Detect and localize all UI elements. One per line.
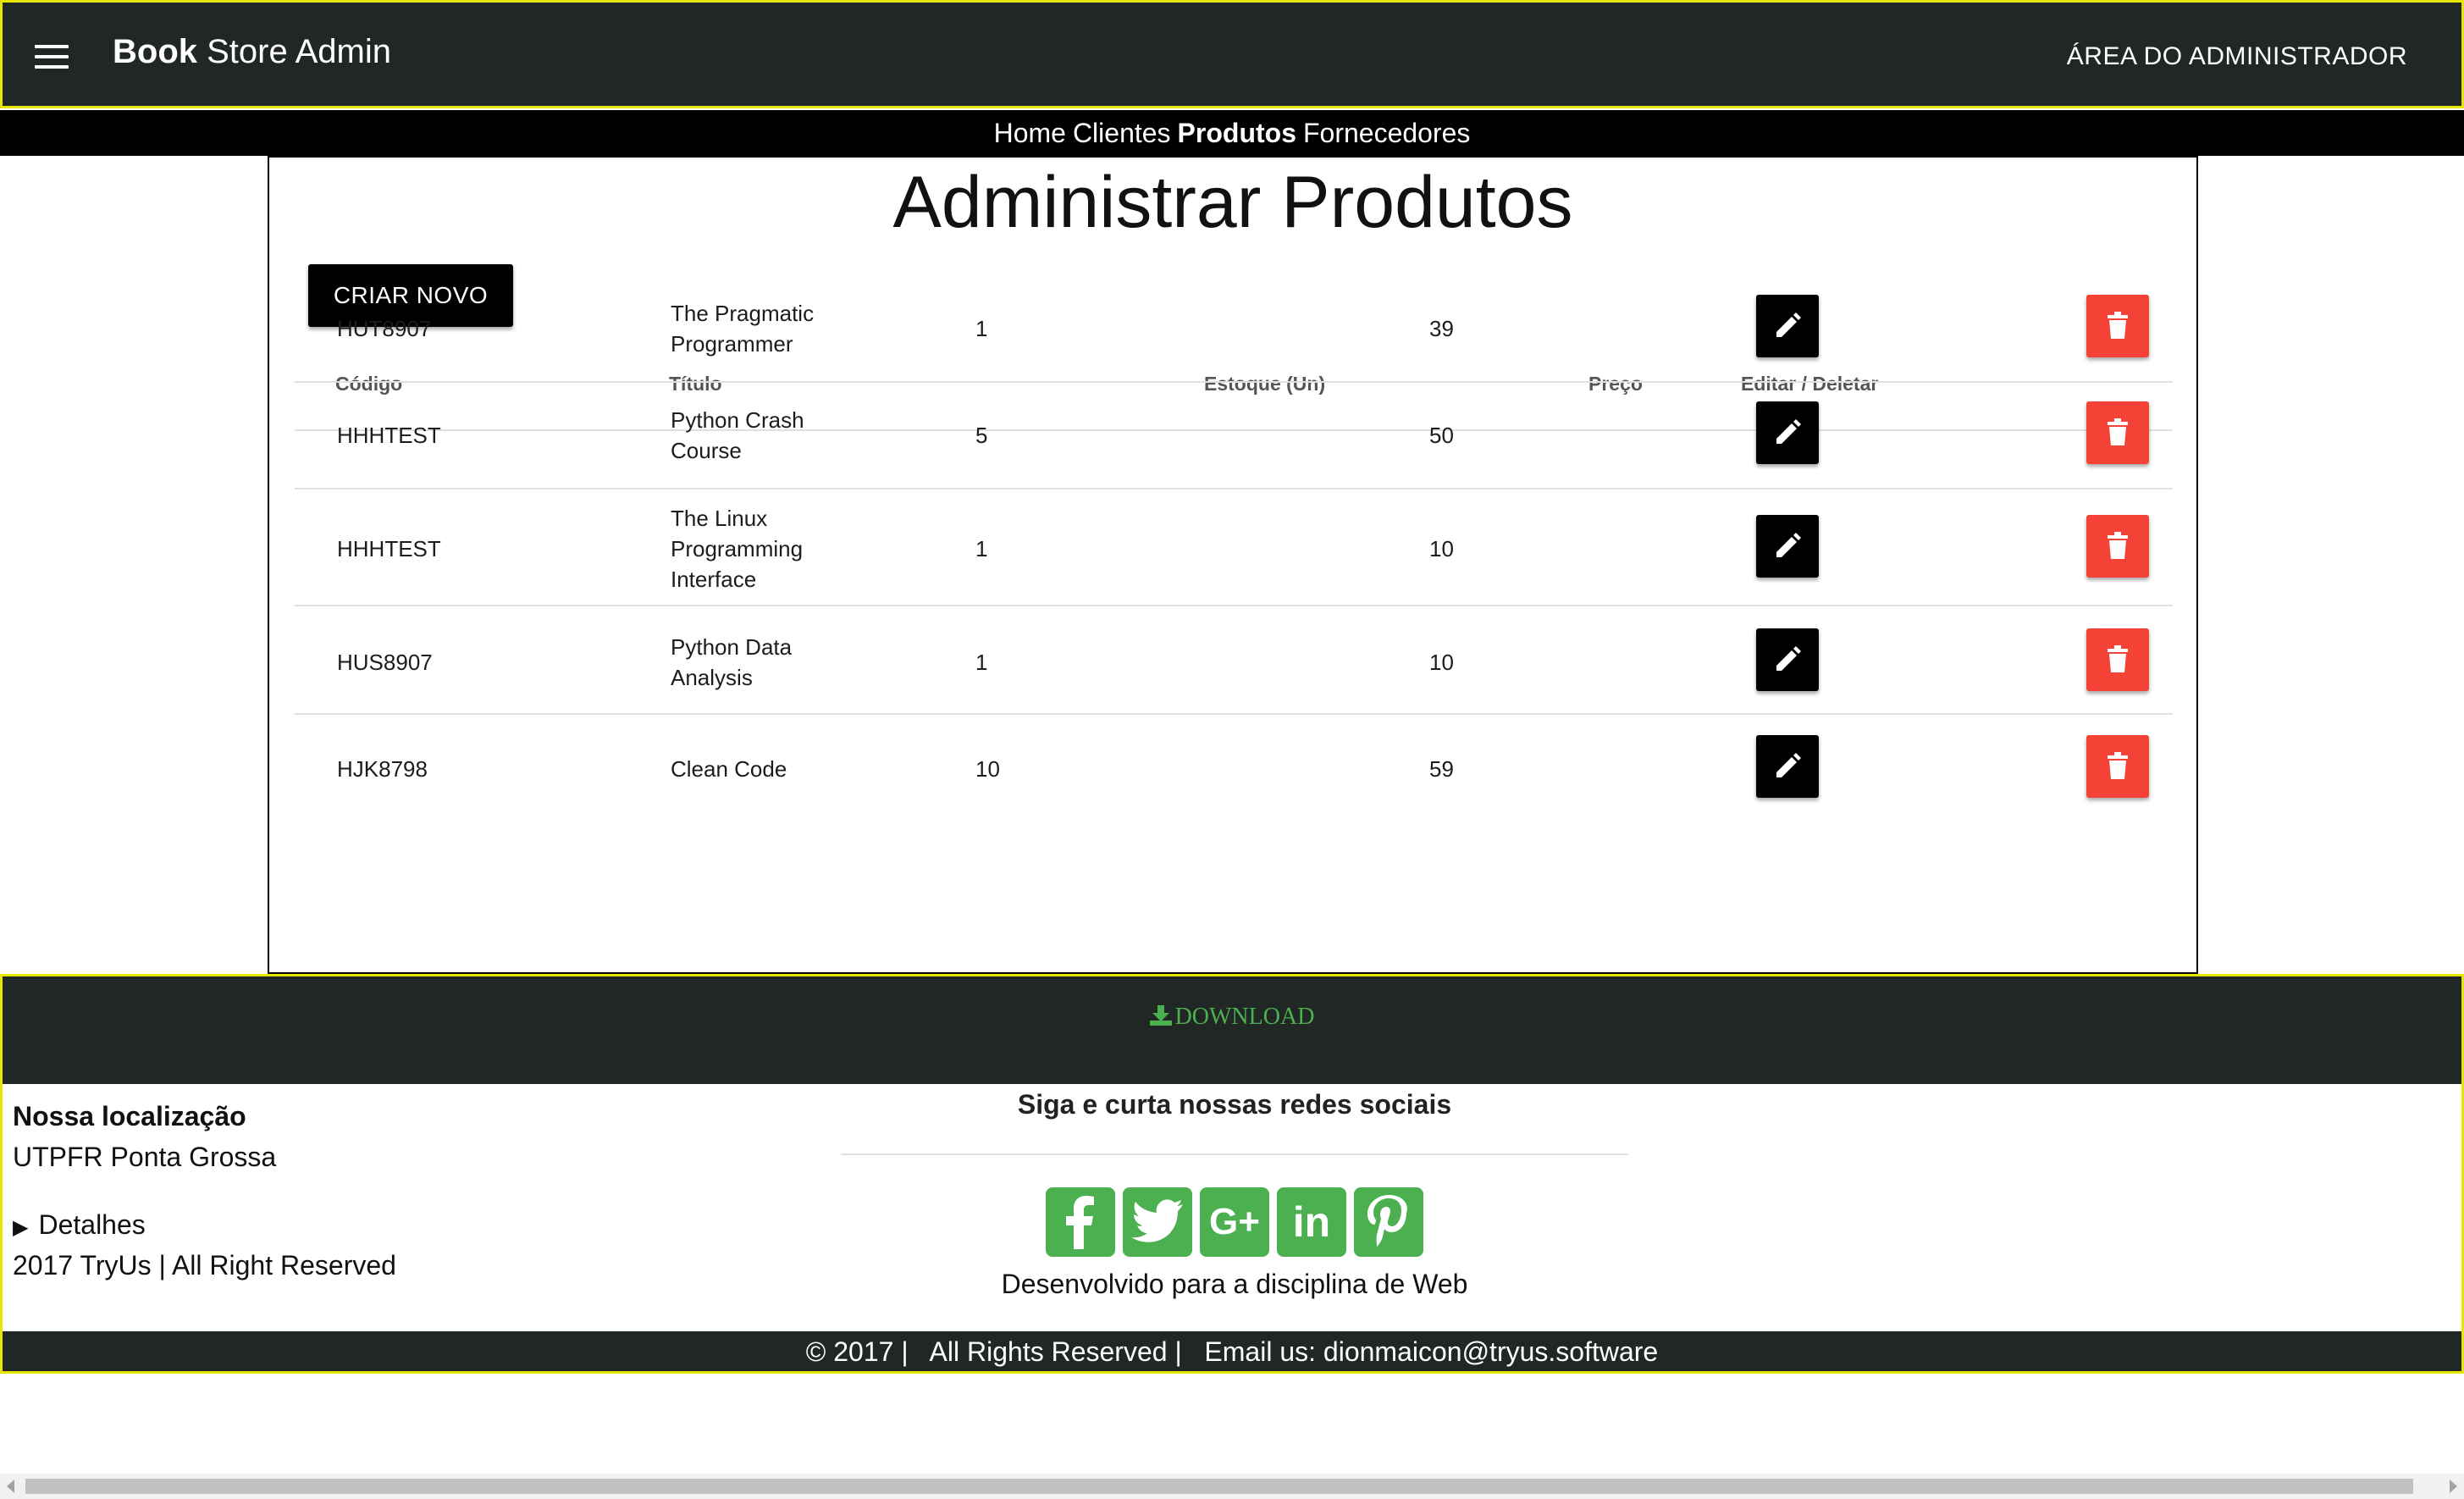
product-title-line: Python Crash	[671, 407, 804, 433]
footer-bottom-bar: © 2017 | All Rights Reserved | Email us:…	[0, 1331, 2464, 1374]
product-title-line: Programmer	[671, 331, 793, 357]
details-label: Detalhes	[38, 1209, 146, 1240]
row-divider	[295, 605, 2173, 606]
scroll-right-arrow-icon[interactable]	[2450, 1480, 2457, 1493]
product-title-line: The Linux	[671, 506, 768, 531]
delete-button[interactable]	[2086, 735, 2149, 798]
delete-button[interactable]	[2086, 515, 2149, 578]
developed-for-note: Desenvolvido para a disciplina de Web	[1001, 1269, 1468, 1299]
product-stock: 10	[975, 756, 1000, 782]
edit-button[interactable]	[1756, 515, 1819, 578]
top-app-bar: Book Store Admin ÁREA DO ADMINISTRADOR	[0, 0, 2464, 108]
pencil-icon	[1773, 532, 1802, 561]
footer-info: Nossa localização UTPFR Ponta Grossa ▶ De…	[0, 1084, 2464, 1331]
product-stock: 5	[975, 423, 988, 448]
product-title: The Pragmatic Programmer	[671, 298, 814, 359]
trash-icon	[2106, 312, 2130, 340]
admin-area-link[interactable]: ÁREA DO ADMINISTRADOR	[2067, 42, 2407, 71]
product-code: HJK8798	[337, 756, 428, 782]
brand-title-rest: Store Admin	[197, 33, 392, 70]
row-divider	[295, 713, 2173, 715]
pencil-icon	[1773, 418, 1802, 447]
download-label: DOWNLOAD	[1174, 1004, 1315, 1030]
brand-title-bold: Book	[113, 33, 197, 70]
edit-button[interactable]	[1756, 735, 1819, 798]
product-title: Python Crash Course	[671, 405, 804, 466]
product-title: Clean Code	[671, 754, 787, 784]
product-price: 59	[1429, 756, 1454, 782]
facebook-icon[interactable]	[1046, 1187, 1115, 1257]
download-icon	[1149, 1005, 1172, 1026]
product-price: 10	[1429, 536, 1454, 561]
column-header-title: Título	[669, 373, 722, 395]
pencil-icon	[1773, 312, 1802, 340]
product-code: HHHTEST	[337, 536, 441, 561]
product-title-line: Python Data	[671, 634, 793, 660]
nav-item-clientes[interactable]: Clientes	[1073, 118, 1171, 149]
delete-button[interactable]	[2086, 295, 2149, 357]
linkedin-icon[interactable]: in	[1277, 1187, 1346, 1257]
page-title: Administrar Produtos	[892, 162, 1573, 243]
delete-button[interactable]	[2086, 628, 2149, 691]
trash-icon	[2106, 418, 2130, 447]
rights-text: 2017 TryUs | All Right Reserved	[13, 1250, 396, 1281]
nav-item-fornecedores[interactable]: Fornecedores	[1303, 118, 1470, 149]
pencil-icon	[1773, 645, 1802, 674]
product-title: The Linux Programming Interface	[671, 503, 803, 595]
row-divider	[295, 488, 2173, 490]
horizontal-scrollbar[interactable]	[0, 1474, 2464, 1499]
products-card: Administrar Produtos CRIAR NOVO Código T…	[268, 156, 2198, 974]
social-title: Siga e curta nossas redes sociais	[1017, 1089, 1452, 1120]
nav-item-produtos[interactable]: Produtos	[1178, 118, 1296, 149]
column-header-price: Preço	[1588, 373, 1643, 395]
scroll-left-arrow-icon[interactable]	[7, 1480, 14, 1493]
location-name: UTPFR Ponta Grossa	[13, 1142, 277, 1172]
product-title-line: Clean Code	[671, 756, 787, 782]
product-price: 39	[1429, 316, 1454, 341]
product-code: HUS8907	[337, 650, 433, 675]
scrollbar-thumb[interactable]	[25, 1479, 2413, 1494]
product-stock: 1	[975, 316, 988, 341]
location-title: Nossa localização	[13, 1101, 246, 1131]
product-code: HHHTEST	[337, 423, 441, 448]
product-title-line: Programming	[671, 536, 804, 561]
edit-button[interactable]	[1756, 628, 1819, 691]
social-divider	[841, 1153, 1628, 1155]
product-stock: 1	[975, 650, 988, 675]
product-title-line: Course	[671, 438, 742, 463]
trash-icon	[2106, 532, 2130, 561]
product-title-line: Analysis	[671, 665, 753, 690]
column-header-actions: Editar / Deletar	[1741, 373, 1879, 395]
product-price: 10	[1429, 650, 1454, 675]
hamburger-menu-icon[interactable]	[35, 45, 69, 70]
main-nav: Home Clientes Produtos Fornecedores	[0, 110, 2464, 156]
pinterest-icon[interactable]	[1354, 1187, 1423, 1257]
trash-icon	[2106, 752, 2130, 781]
twitter-icon[interactable]	[1123, 1187, 1192, 1257]
product-title-line: Interface	[671, 567, 757, 592]
product-code: HUT8907	[337, 316, 432, 341]
product-title: Python Data Analysis	[671, 632, 792, 693]
details-toggle[interactable]: ▶ Detalhes	[13, 1209, 146, 1241]
column-header-code: Código	[335, 373, 403, 395]
edit-button[interactable]	[1756, 295, 1819, 357]
social-icons: G+ in	[1046, 1187, 1431, 1257]
column-header-stock: Estoque (Un)	[1204, 373, 1326, 395]
delete-button[interactable]	[2086, 401, 2149, 464]
triangle-right-icon: ▶	[13, 1216, 29, 1239]
pencil-icon	[1773, 752, 1802, 781]
nav-item-home[interactable]: Home	[994, 118, 1066, 149]
product-title-line: The Pragmatic	[671, 301, 815, 326]
product-stock: 1	[975, 536, 988, 561]
brand-title[interactable]: Book Store Admin	[113, 33, 391, 71]
download-link[interactable]: DOWNLOAD	[3, 1004, 2461, 1031]
edit-button[interactable]	[1756, 401, 1819, 464]
product-price: 50	[1429, 423, 1454, 448]
trash-icon	[2106, 645, 2130, 674]
footer-download-bar: DOWNLOAD	[0, 974, 2464, 1084]
table-header-divider	[295, 429, 2173, 431]
google-plus-icon[interactable]: G+	[1200, 1187, 1269, 1257]
row-divider	[295, 381, 2173, 383]
